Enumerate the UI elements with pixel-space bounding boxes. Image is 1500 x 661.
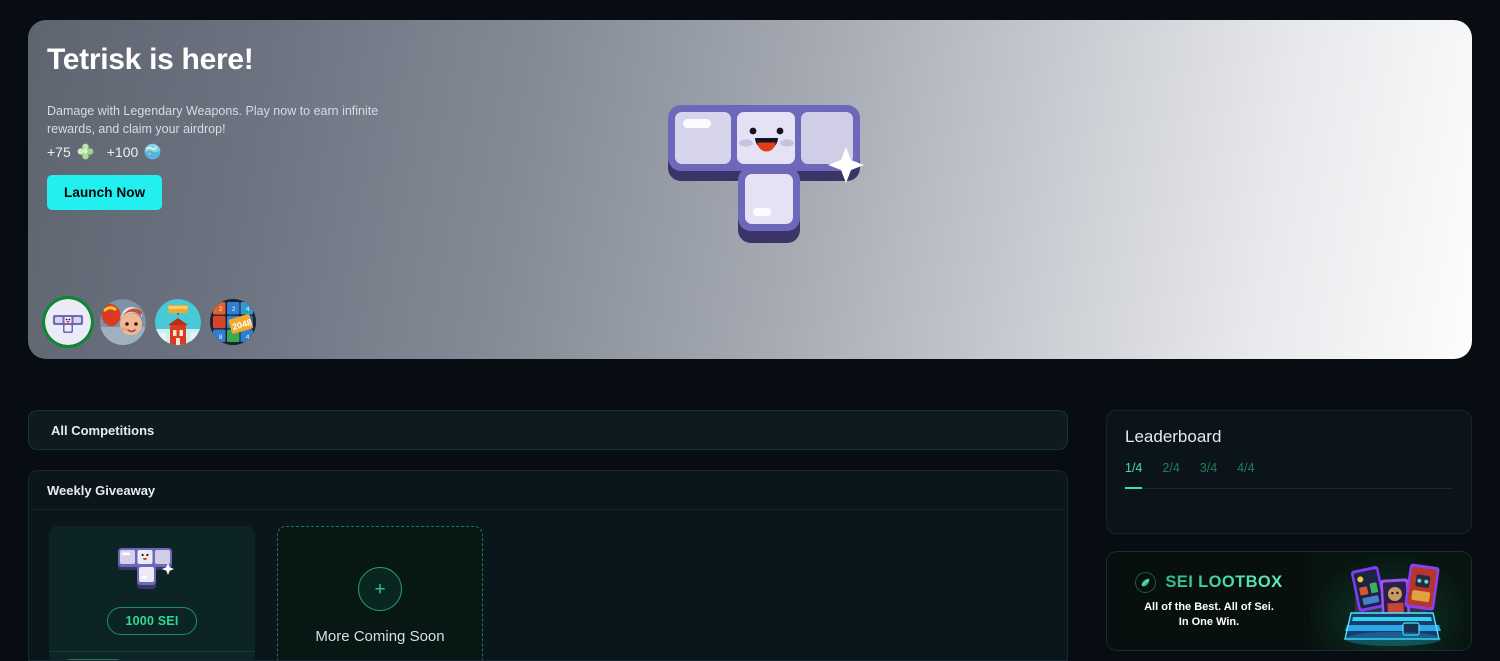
tetromino-artwork — [118, 547, 174, 589]
launch-now-button[interactable]: Launch Now — [47, 175, 163, 210]
leaderboard-tabs: 1/4 2/4 3/4 4/4 — [1125, 461, 1453, 489]
prize-card[interactable]: 1000 SEI Opened 25/25 slots — [49, 526, 255, 660]
game-icon-tower-building[interactable] — [155, 299, 201, 345]
more-coming-soon-label: More Coming Soon — [315, 628, 445, 645]
weekly-giveaway-panel: Weekly Giveaway 1000 SEI + More Coming S… — [28, 470, 1068, 661]
app-root: Tetrisk is here! Damage with Legendary W… — [0, 0, 1500, 661]
globe-token-icon — [145, 143, 161, 160]
lootbox-tagline: All of the Best. All of Sei. In One Win. — [1144, 600, 1274, 630]
leaderboard-tab-2[interactable]: 2/4 — [1162, 461, 1179, 481]
prize-card-footer: Opened 25/25 slots — [49, 651, 255, 660]
competitions-tabbar: All Competitions — [28, 410, 1068, 450]
lootbox-brand-name: SEI LOOTBOX — [1165, 573, 1283, 591]
game-icon-subway-runner[interactable] — [100, 299, 146, 345]
hero-description: Damage with Legendary Weapons. Play now … — [47, 104, 379, 136]
prize-card-list: 1000 SEI Opened 25/25 slots + More Comin… — [29, 510, 1067, 660]
leaderboard-panel: Leaderboard 1/4 2/4 3/4 4/4 — [1106, 410, 1472, 534]
leaderboard-tab-3[interactable]: 3/4 — [1200, 461, 1217, 481]
tetromino-mascot-artwork — [668, 105, 864, 243]
hero-rewards: +75 +100 — [47, 143, 161, 160]
reward-item: +75 — [47, 143, 94, 160]
sei-lootbox-promo[interactable]: SEI LOOTBOX All of the Best. All of Sei.… — [1106, 551, 1472, 651]
leaderboard-tab-4[interactable]: 4/4 — [1237, 461, 1254, 481]
reward-value: +75 — [47, 143, 71, 160]
page-title: Tetrisk is here! — [47, 43, 254, 76]
prize-amount: 1000 SEI — [107, 606, 197, 635]
leaderboard-tab-1[interactable]: 1/4 — [1125, 461, 1143, 489]
sei-leaf-icon — [1135, 572, 1157, 593]
lootbox-promo-text: SEI LOOTBOX All of the Best. All of Sei.… — [1107, 552, 1311, 650]
section-title: Weekly Giveaway — [29, 471, 1067, 510]
tab-all-competitions[interactable]: All Competitions — [29, 423, 154, 438]
clover-token-icon — [77, 143, 94, 160]
prize-card-body: 1000 SEI — [49, 526, 255, 651]
game-icon-2048[interactable]: 2 2 4 4 8 4 2048 — [210, 299, 256, 345]
lootbox-tagline-line2: In One Win. — [1178, 616, 1240, 628]
plus-icon: + — [358, 567, 402, 611]
leaderboard-title: Leaderboard — [1125, 427, 1222, 446]
reward-item: +100 — [107, 143, 162, 160]
more-coming-soon-card[interactable]: + More Coming Soon — [277, 526, 483, 660]
game-icon-tetrisk[interactable] — [45, 299, 91, 345]
lootbox-tagline-line1: All of the Best. All of Sei. — [1144, 601, 1274, 613]
hero-banner: Tetrisk is here! Damage with Legendary W… — [28, 20, 1472, 359]
lootbox-brand: SEI LOOTBOX — [1135, 572, 1282, 593]
reward-value: +100 — [106, 143, 139, 160]
lootbox-artwork — [1311, 552, 1471, 650]
game-selector: 2 2 4 4 8 4 2048 — [45, 299, 256, 345]
